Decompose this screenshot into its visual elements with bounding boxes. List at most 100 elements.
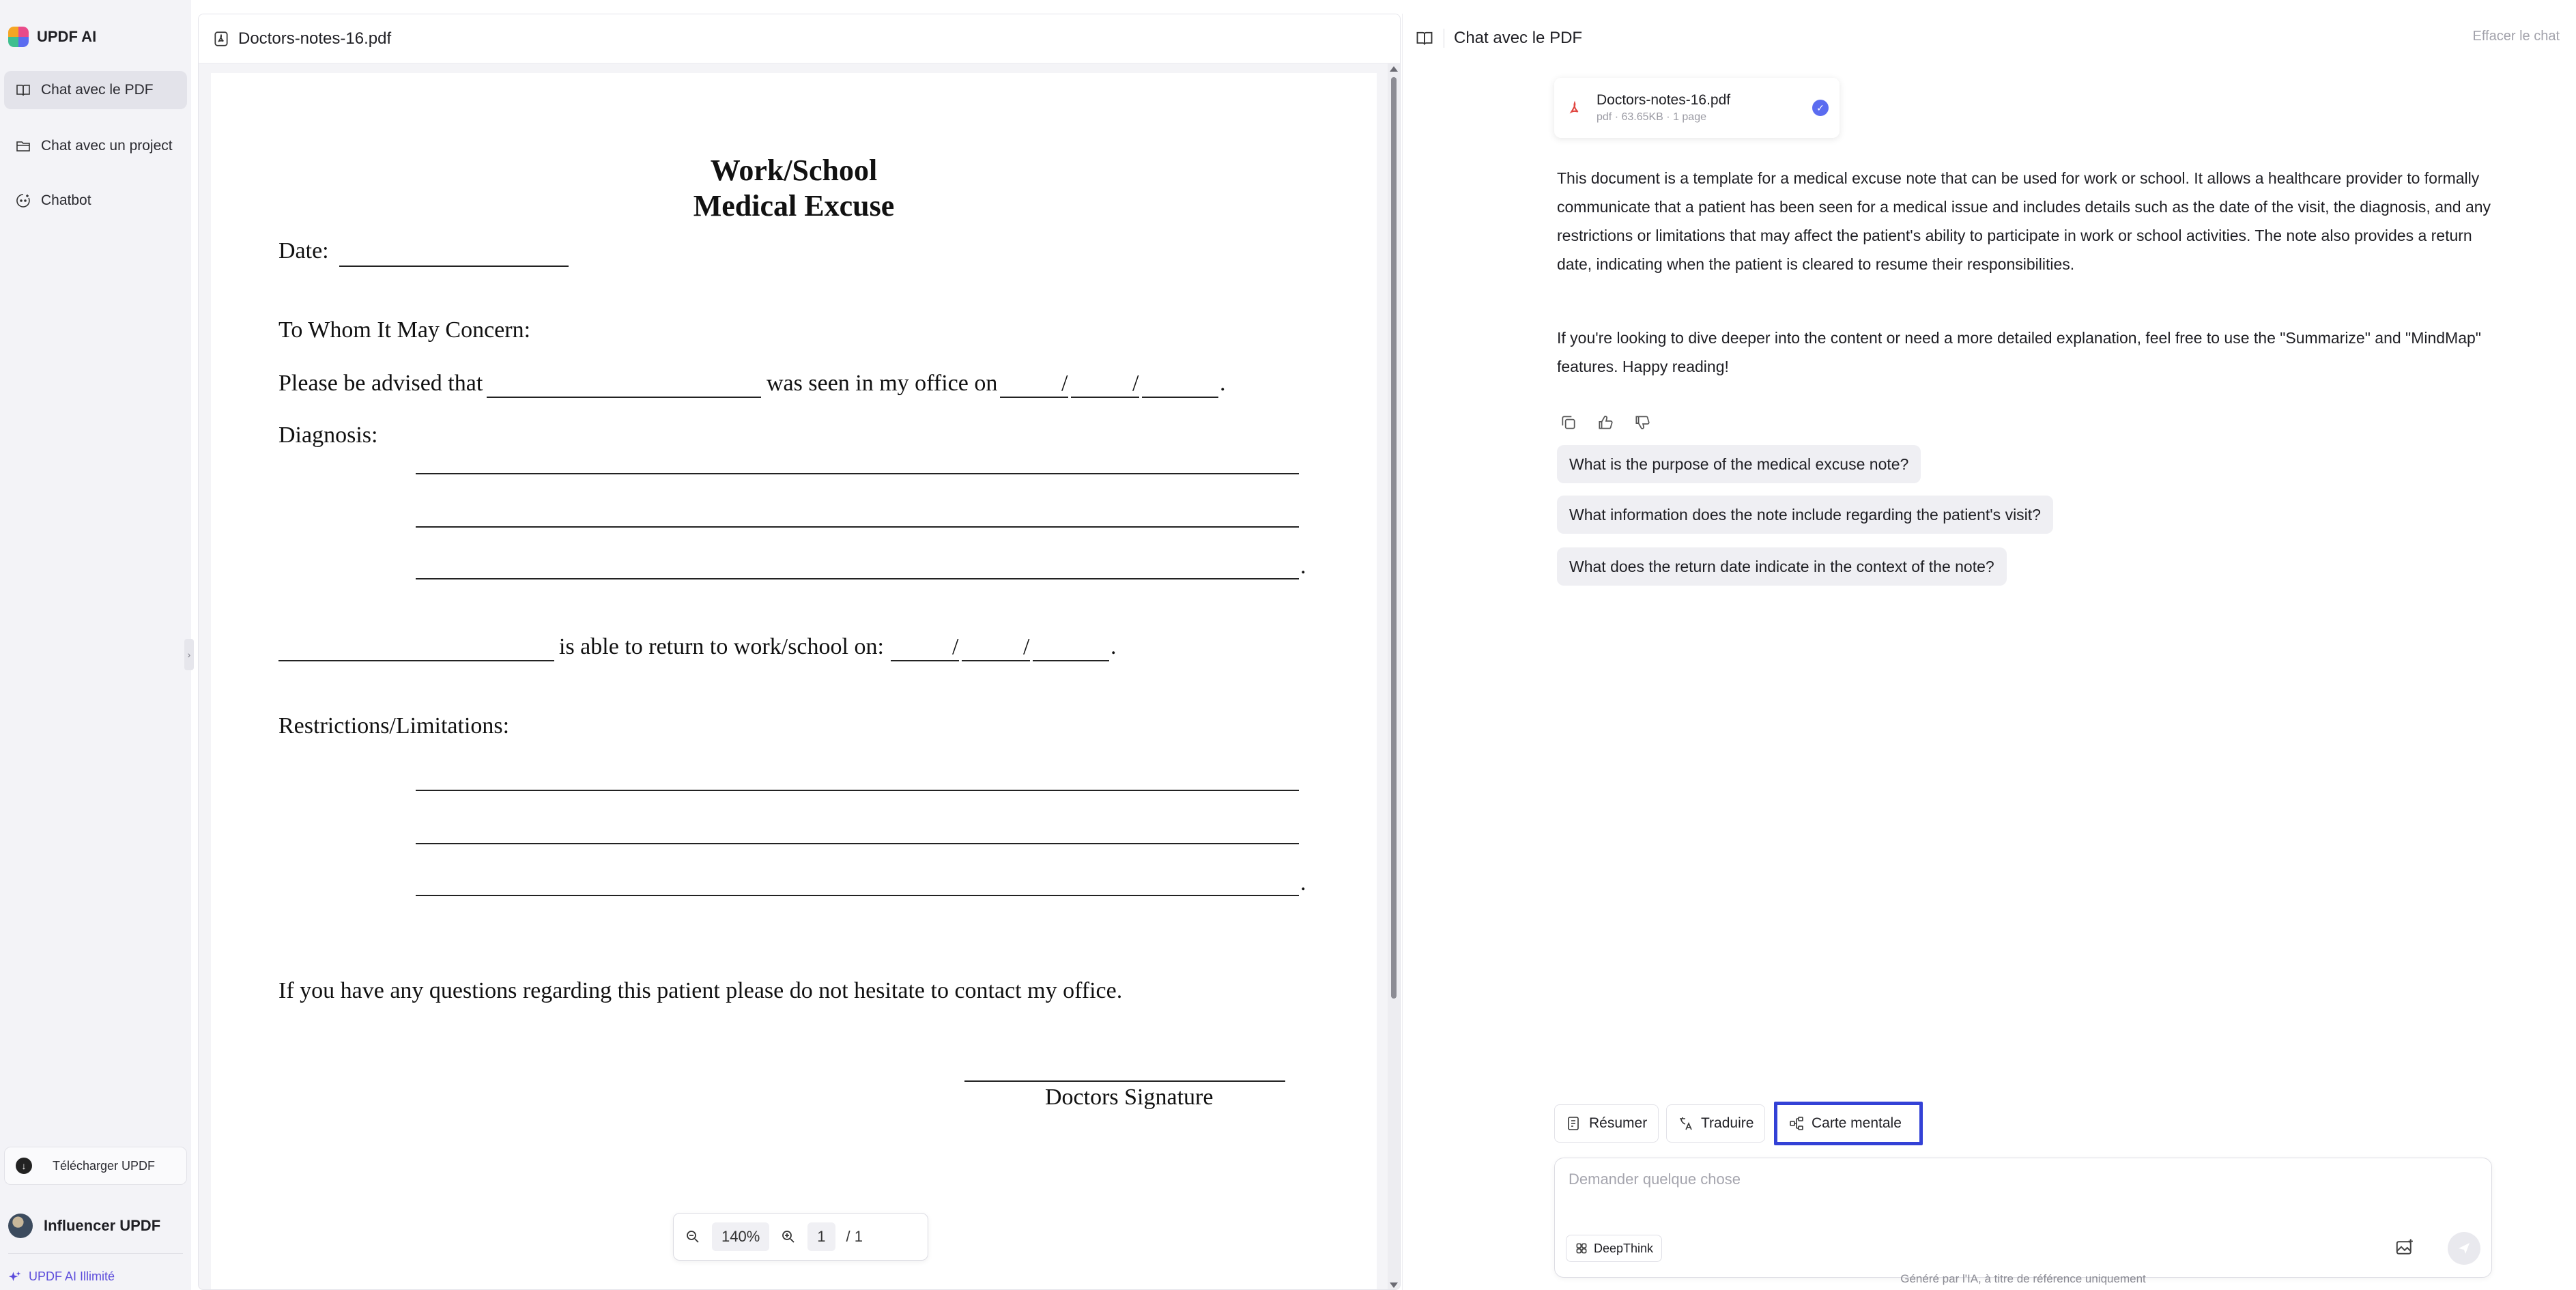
doc-return-day-line [962, 660, 1030, 661]
doc-date-label: Date: [278, 238, 329, 263]
scroll-up-arrow[interactable] [1390, 66, 1398, 72]
file-info: Doctors-notes-16.pdf pdf · 63.65KB · 1 p… [1597, 92, 1730, 124]
chat-panel: Chat avec le PDF Effacer le chat Doctors… [1402, 14, 2576, 1290]
sidebar-item-chatbot[interactable]: Chatbot [4, 182, 187, 220]
pdf-header: Doctors-notes-16.pdf [199, 14, 1400, 63]
ai-answer-paragraph: This document is a template for a medica… [1557, 169, 2491, 273]
doc-patient-line [487, 397, 761, 398]
chat-input-box: DeepThink [1554, 1158, 2492, 1278]
attached-file-card[interactable]: Doctors-notes-16.pdf pdf · 63.65KB · 1 p… [1554, 78, 1840, 138]
doc-slash: / [952, 634, 959, 659]
scroll-down-arrow[interactable] [1390, 1282, 1398, 1288]
clear-chat-button[interactable]: Effacer le chat [2473, 29, 2560, 44]
sidebar: UPDF AI Chat avec le PDF Chat avec un pr… [0, 0, 191, 1290]
deepthink-toggle[interactable]: DeepThink [1566, 1235, 1663, 1262]
doc-slash: / [1132, 371, 1139, 396]
brand-name: UPDF AI [37, 28, 97, 45]
pdf-page: Work/School Medical Excuse Date: To Whom… [211, 73, 1377, 1289]
summarize-button[interactable]: Résumer [1554, 1104, 1659, 1143]
doc-date-line [339, 266, 569, 267]
chat-title: Chat avec le PDF [1454, 29, 1583, 47]
translate-label: Traduire [1701, 1115, 1754, 1131]
file-name: Doctors-notes-16.pdf [1597, 92, 1731, 108]
file-meta: pdf · 63.65KB · 1 page [1597, 111, 1706, 123]
zoom-level[interactable]: 140% [712, 1222, 770, 1251]
doc-diagnosis-label: Diagnosis: [278, 422, 378, 448]
zoom-toolbar: 140% 1 / 1 [673, 1213, 928, 1261]
user-profile[interactable]: Influencer UPDF [8, 1214, 160, 1238]
thumbs-up-icon[interactable] [1597, 414, 1614, 431]
doc-slash: / [1061, 371, 1068, 396]
summarize-label: Résumer [1589, 1115, 1648, 1131]
download-updf-button[interactable]: ↓ Télécharger UPDF [4, 1147, 187, 1185]
image-upload-icon[interactable] [2394, 1237, 2415, 1258]
sidebar-collapse-handle[interactable]: › [184, 639, 194, 670]
sparkle-icon [8, 1271, 21, 1281]
ai-disclaimer: Généré par l'IA, à titre de référence un… [1900, 1272, 2146, 1285]
doc-advised-prefix: Please be advised that [278, 371, 483, 396]
answer-actions [1560, 414, 1651, 431]
doc-visit-month-line [1000, 397, 1068, 398]
zoom-out-icon[interactable] [685, 1229, 701, 1245]
chat-input[interactable] [1569, 1171, 2456, 1188]
suggested-question[interactable]: What information does the note include r… [1557, 496, 2053, 534]
divider [8, 1253, 183, 1254]
book-toggle-icon[interactable] [1415, 29, 1434, 48]
pdf-file-name: Doctors-notes-16.pdf [238, 29, 392, 48]
plan-label: UPDF AI Illimité [29, 1270, 115, 1283]
doc-period: . [1300, 554, 1306, 579]
doc-advised-mid: was seen in my office on [767, 371, 998, 396]
page-total: / 1 [846, 1228, 863, 1245]
doc-signature-line [964, 1080, 1285, 1082]
zoom-in-icon[interactable] [780, 1229, 797, 1245]
scrollbar-thumb[interactable] [1391, 77, 1397, 999]
suggested-question[interactable]: What does the return date indicate in th… [1557, 547, 2007, 586]
ai-answer-paragraph: If you're looking to dive deeper into th… [1557, 329, 2481, 375]
deepthink-icon [1576, 1243, 1587, 1254]
doc-title-line1: Work/School [710, 154, 878, 187]
pdf-viewer: Doctors-notes-16.pdf Work/School Medical… [198, 14, 1401, 1290]
doc-period: . [1300, 870, 1306, 895]
doc-return-name-line [278, 660, 554, 661]
download-label: Télécharger UPDF [53, 1158, 156, 1173]
doc-title-line2: Medical Excuse [693, 189, 895, 223]
doc-period: . [1111, 634, 1117, 659]
doc-restrictions-line [416, 790, 1299, 791]
download-icon: ↓ [16, 1158, 32, 1174]
doc-return-text: is able to return to work/school on: [559, 634, 884, 659]
doc-questions-text: If you have any questions regarding this… [278, 978, 1123, 1003]
doc-period: . [1220, 371, 1226, 396]
updf-logo [8, 27, 29, 47]
brand: UPDF AI [8, 25, 96, 49]
plan-link[interactable]: UPDF AI Illimité [8, 1270, 115, 1284]
doc-diagnosis-line [416, 578, 1299, 579]
suggested-question[interactable]: What is the purpose of the medical excus… [1557, 445, 1921, 483]
pdf-file-icon [1569, 100, 1579, 114]
check-icon: ✓ [1812, 100, 1829, 116]
send-button[interactable] [2448, 1232, 2480, 1265]
doc-signature-label: Doctors Signature [1045, 1085, 1214, 1110]
doc-visit-day-line [1071, 397, 1139, 398]
chat-header: Chat avec le PDF [1403, 14, 2576, 63]
page-number-input[interactable]: 1 [807, 1222, 835, 1251]
send-icon [2459, 1243, 2470, 1254]
chevron-right-icon: › [187, 649, 191, 660]
doc-visit-year-line [1142, 397, 1218, 398]
folder-icon [16, 141, 30, 152]
doc-slash: / [1023, 634, 1030, 659]
sidebar-item-chat-pdf[interactable]: Chat avec le PDF [4, 71, 187, 109]
mindmap-button[interactable]: Carte mentale [1774, 1102, 1923, 1145]
sidebar-item-label: Chatbot [41, 192, 91, 208]
avatar [8, 1214, 33, 1238]
summarize-icon [1568, 1117, 1579, 1130]
doc-salutation: To Whom It May Concern: [278, 317, 531, 343]
doc-return-year-line [1033, 660, 1109, 661]
thumbs-down-icon[interactable] [1633, 414, 1651, 431]
copy-icon[interactable] [1560, 414, 1577, 431]
doc-return-month-line [891, 660, 959, 661]
sidebar-item-chat-project[interactable]: Chat avec un project [4, 127, 187, 165]
doc-diagnosis-line [416, 526, 1299, 528]
chatbot-icon [16, 194, 30, 207]
pdf-scrollbar[interactable] [1388, 63, 1400, 1289]
translate-button[interactable]: Traduire [1666, 1104, 1766, 1143]
